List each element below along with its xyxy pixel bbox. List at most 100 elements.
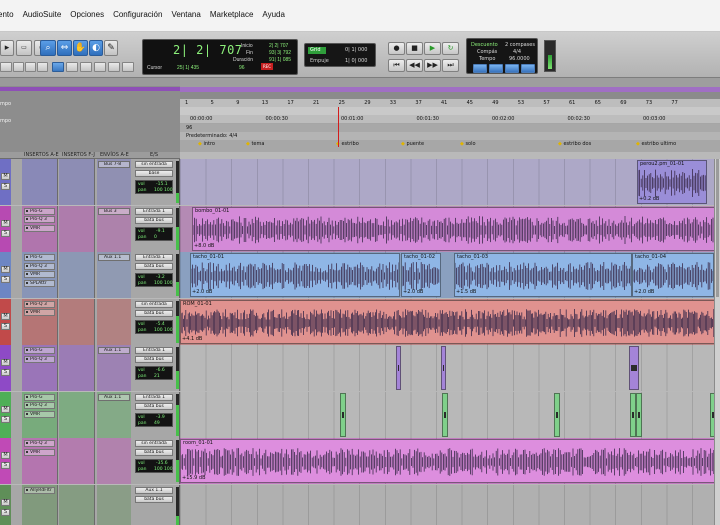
- mute-button[interactable]: M: [1, 173, 10, 180]
- audio-clip[interactable]: [396, 346, 401, 390]
- fast-forward-button[interactable]: ▶▶: [424, 59, 441, 72]
- insert-slot[interactable]: [61, 495, 92, 502]
- track-playlist-lane[interactable]: tacho_01-01 +2.0 dB tacho_01-02 +2.0 dB tach…: [180, 252, 720, 298]
- insert-slot[interactable]: Pro-G: [24, 393, 55, 401]
- insert-slot[interactable]: Pro-Q 3: [24, 402, 55, 409]
- markers-ruler[interactable]: ◆ intro ◆ tema ◆ estribo ◆ puente ◆ solo ◆ es…: [180, 140, 720, 152]
- input-selector[interactable]: Entrada 1: [135, 207, 173, 215]
- mode-shuffle[interactable]: [52, 62, 64, 72]
- audio-clip[interactable]: perou2.pm_01-01 +0.2 dB: [637, 160, 707, 204]
- input-selector[interactable]: Entrada 1: [135, 347, 173, 354]
- main-counter[interactable]: 2| 2| 707 Cursor 25| 1| 435 Inicio 2| 2|…: [142, 39, 298, 75]
- send-slot[interactable]: [98, 178, 130, 185]
- input-selector[interactable]: sin entrada: [135, 161, 173, 168]
- insert-slot[interactable]: Pro-G: [24, 347, 55, 354]
- marker[interactable]: ◆ solo: [460, 141, 476, 147]
- send-slot[interactable]: [98, 187, 130, 194]
- track-playlist-lane[interactable]: [180, 391, 720, 438]
- insert-slot[interactable]: [61, 309, 92, 316]
- rewind-button[interactable]: ◀◀: [406, 59, 423, 72]
- insert-slot[interactable]: AllyRdFltr: [24, 486, 55, 494]
- input-selector[interactable]: Aux 1.1: [135, 486, 173, 494]
- midi-merge-button[interactable]: [489, 64, 503, 73]
- insert-slot[interactable]: [24, 457, 55, 464]
- mode-grid[interactable]: [94, 62, 106, 72]
- insert-slot[interactable]: [61, 521, 92, 525]
- insert-slot[interactable]: [61, 187, 92, 194]
- tempo-marker[interactable]: 96: [186, 125, 192, 131]
- mode-slip[interactable]: [80, 62, 92, 72]
- send-slot[interactable]: [98, 411, 130, 418]
- send-slot[interactable]: [98, 428, 130, 435]
- insert-slot[interactable]: [61, 170, 92, 177]
- solo-button[interactable]: S: [1, 508, 10, 516]
- count-off-label[interactable]: Descuento: [471, 42, 498, 48]
- menu-opciones[interactable]: Opciones: [66, 10, 109, 19]
- insert-slot[interactable]: [24, 161, 55, 168]
- bars-ruler[interactable]: 1 5 9 13 17 21 25 29 33 37 41 45 49 53 57 61 65 69 73 77: [180, 99, 720, 107]
- solo-button[interactable]: S: [1, 462, 10, 469]
- send-slot[interactable]: [98, 466, 130, 473]
- insert-slot[interactable]: [61, 381, 92, 388]
- volume-pan-readout[interactable]: vol -9.1 pan 0: [135, 226, 173, 241]
- insert-slot[interactable]: [24, 195, 55, 202]
- menu-marketplace[interactable]: Marketplace: [206, 10, 259, 19]
- zoom-preset-2[interactable]: [13, 62, 24, 72]
- insert-slot[interactable]: [24, 187, 55, 194]
- insert-slot[interactable]: [61, 411, 92, 418]
- audio-clip[interactable]: [554, 392, 560, 437]
- send-slot[interactable]: [98, 271, 130, 278]
- insert-slot[interactable]: Pro-G: [24, 254, 55, 261]
- solo-button[interactable]: S: [1, 229, 10, 237]
- send-slot[interactable]: [98, 318, 130, 325]
- output-selector[interactable]: bata bus: [135, 356, 173, 363]
- send-slot[interactable]: [98, 487, 130, 494]
- insert-slot[interactable]: [61, 347, 92, 354]
- menu-audiosuite[interactable]: AudioSuite: [19, 10, 67, 19]
- insert-slot[interactable]: [61, 394, 92, 401]
- track-playlist-lane[interactable]: [180, 484, 720, 525]
- track-playlist-lane[interactable]: ROM_01-01 +4.1 dB: [180, 298, 720, 345]
- insert-slot[interactable]: [61, 161, 92, 168]
- output-selector[interactable]: bata bus: [135, 449, 173, 456]
- insert-slot[interactable]: [61, 457, 92, 464]
- send-slot[interactable]: [98, 280, 130, 287]
- marker[interactable]: ◆ intro: [198, 141, 215, 147]
- insert-slot[interactable]: [24, 521, 55, 525]
- insert-slot[interactable]: VMR: [24, 271, 55, 278]
- play-button[interactable]: ▶: [424, 42, 441, 55]
- meter-ruler[interactable]: Predeterminado: 4/4: [180, 132, 720, 140]
- insert-slot[interactable]: [24, 288, 55, 295]
- insert-slot[interactable]: [24, 504, 55, 511]
- insert-slot[interactable]: [24, 512, 55, 519]
- marker[interactable]: ◆ estribo dos: [558, 141, 591, 147]
- send-slot[interactable]: [98, 326, 130, 333]
- go-to-end-button[interactable]: ⏭: [442, 59, 459, 72]
- insert-slot[interactable]: [61, 254, 92, 261]
- tempo-value[interactable]: 96.0000: [509, 56, 530, 62]
- loop-button[interactable]: ↻: [442, 42, 459, 55]
- insert-slot[interactable]: [61, 301, 92, 308]
- volume-pan-readout[interactable]: vol -3.9 pan 49: [135, 412, 173, 427]
- mute-button[interactable]: M: [1, 405, 10, 413]
- zoom-out-button[interactable]: ▭: [16, 40, 32, 56]
- insert-slot[interactable]: [61, 474, 92, 481]
- tempo-ruler[interactable]: 96: [180, 124, 720, 132]
- insert-slot[interactable]: [24, 242, 55, 249]
- insert-slot[interactable]: [24, 318, 55, 325]
- insert-slot[interactable]: [61, 216, 92, 223]
- menu-ventana[interactable]: Ventana: [167, 10, 205, 19]
- insert-slot[interactable]: Pro-Q 3: [24, 262, 55, 270]
- send-slot[interactable]: [98, 356, 130, 363]
- tab-to-transient[interactable]: [108, 62, 120, 72]
- send-slot[interactable]: [98, 301, 130, 308]
- insert-slot[interactable]: [61, 178, 92, 185]
- send-slot[interactable]: Aux 1.1: [98, 347, 130, 354]
- insert-slot[interactable]: [24, 373, 55, 380]
- send-slot[interactable]: [98, 170, 130, 177]
- zoomer-tool[interactable]: ⌕: [40, 40, 56, 56]
- send-slot[interactable]: [98, 364, 130, 371]
- marker[interactable]: ◆ tema: [246, 141, 264, 147]
- audio-clip[interactable]: [629, 346, 639, 390]
- audio-clip[interactable]: room_01-01 +15.9 dB: [180, 439, 720, 483]
